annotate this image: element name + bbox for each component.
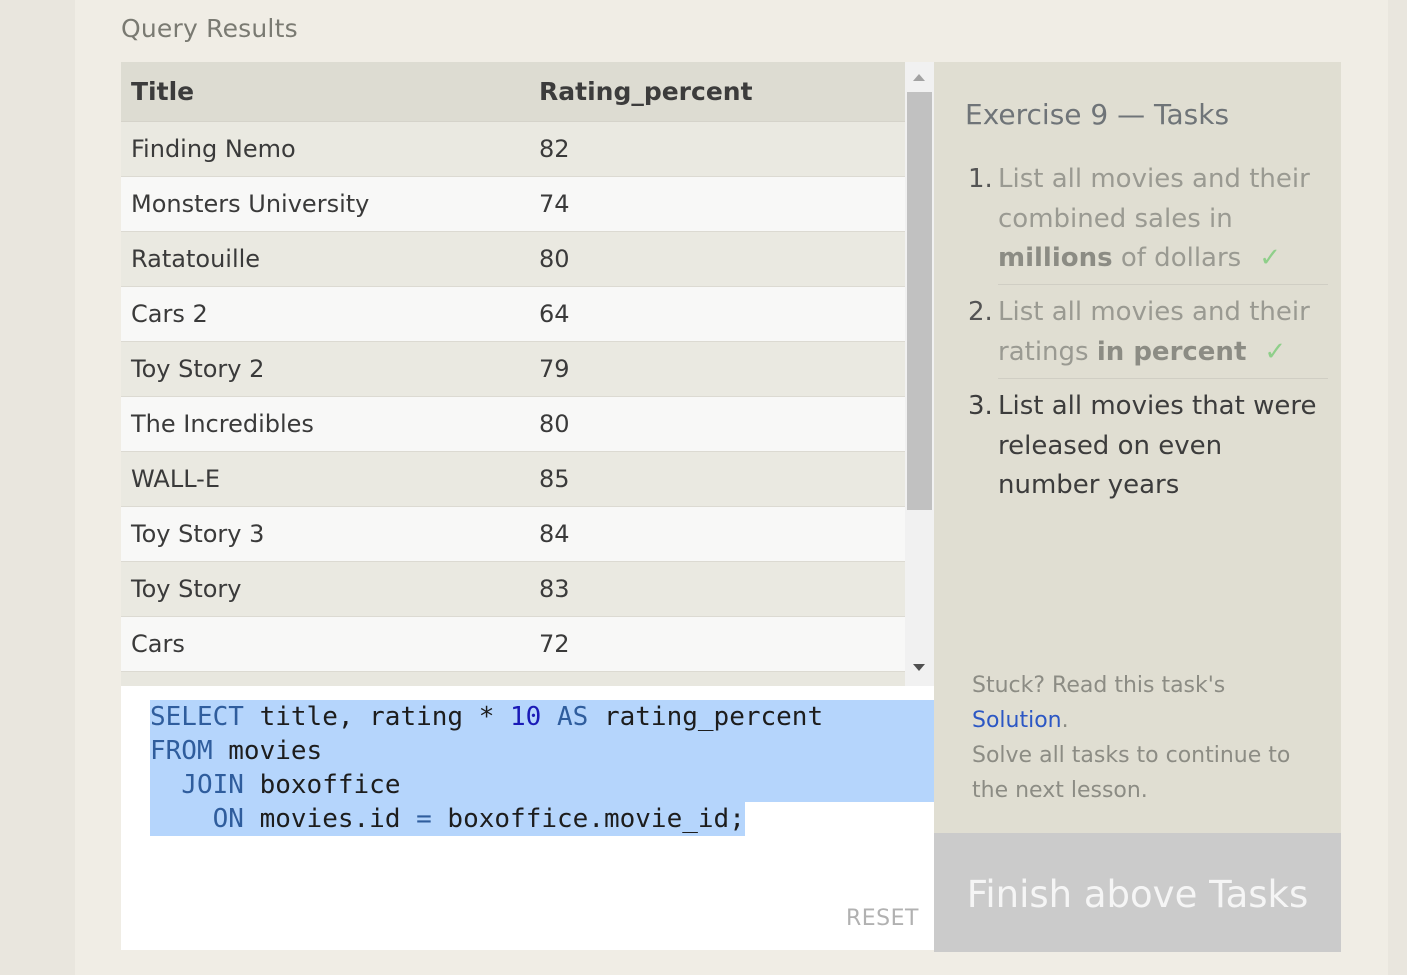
exercise-title: Exercise 9 — Tasks: [965, 98, 1230, 131]
sql-indent: [150, 804, 213, 834]
column-header-title: Title: [121, 62, 539, 122]
table-row: Cars 72: [121, 616, 905, 672]
code-line-4[interactable]: ON movies.id = boxoffice.movie_id;: [150, 802, 745, 836]
results-scrollbar[interactable]: [905, 62, 934, 686]
table-row: Toy Story 3 84: [121, 506, 905, 562]
sql-keyword: ON: [212, 804, 244, 834]
task-text-part: List all movies and their combined sales…: [998, 164, 1310, 234]
cell-title: Toy Story 3: [121, 506, 539, 562]
table-row: Monsters University 74: [121, 176, 905, 232]
cell-title: The Incredibles: [121, 396, 539, 452]
check-icon: ✓: [1264, 336, 1287, 367]
cell-title: Toy Story 2: [121, 341, 539, 397]
task-divider: [998, 378, 1328, 379]
sql-text: boxoffice.movie_id;: [431, 804, 745, 834]
sql-text: movies.id: [243, 804, 417, 834]
sql-operator: =: [416, 804, 432, 834]
reset-button[interactable]: RESET: [846, 906, 919, 931]
table-row: Toy Story 83: [121, 561, 905, 617]
sql-text: boxoffice: [243, 770, 401, 800]
table-header-row: Title Rating_percent: [121, 62, 905, 122]
sql-keyword: JOIN: [181, 770, 244, 800]
cell-title: Toy Story: [121, 561, 539, 617]
code-line-1[interactable]: SELECT title, rating * 10 AS rating_perc…: [150, 700, 934, 734]
column-header-rating-percent: Rating_percent: [539, 62, 905, 122]
sql-text: rating_percent: [588, 702, 824, 732]
sql-keyword: AS: [557, 702, 589, 732]
task-text-part: of dollars: [1112, 243, 1242, 273]
sql-keyword: SELECT: [150, 702, 244, 732]
check-icon: ✓: [1259, 243, 1282, 273]
cell-title: Cars: [121, 616, 539, 672]
table-row: Ratatouille 80: [121, 231, 905, 287]
task-number: 3.: [968, 391, 993, 421]
cell-title: Finding Nemo: [121, 121, 539, 177]
task-text: List all movies that were released on ev…: [998, 391, 1317, 500]
sql-code[interactable]: SELECT title, rating * 10 AS rating_perc…: [150, 700, 934, 836]
cell-rating-percent: 64: [539, 286, 905, 342]
table-row: Toy Story 2 79: [121, 341, 905, 397]
query-results-table-container: Title Rating_percent Finding Nemo 82 Mon…: [121, 62, 934, 686]
cell-title: Cars 2: [121, 286, 539, 342]
task-item-3: 3. List all movies that were released on…: [968, 387, 1326, 506]
cell-title: Monsters University: [121, 176, 539, 232]
table-row: Cars 2 64: [121, 286, 905, 342]
stuck-text: Stuck? Read this task's: [972, 673, 1226, 698]
scrollbar-thumb[interactable]: [907, 92, 932, 510]
cell-rating-percent: 85: [539, 451, 905, 507]
scroll-up-arrow-icon[interactable]: [913, 74, 925, 81]
cell-rating-percent: 80: [539, 396, 905, 452]
task-item-2: 2. List all movies and their ratings in …: [968, 293, 1326, 372]
task-divider: [998, 284, 1328, 285]
task-number: 1.: [968, 164, 993, 194]
task-text: List all movies and their ratings in per…: [998, 293, 1326, 372]
scroll-down-arrow-icon[interactable]: [913, 664, 925, 671]
solution-link[interactable]: Solution: [972, 708, 1062, 733]
task-number: 2.: [968, 297, 993, 327]
stuck-hint: Stuck? Read this task's Solution. Solve …: [972, 668, 1322, 808]
sql-text: title, rating *: [243, 702, 511, 732]
cell-title: Ratatouille: [121, 231, 539, 287]
cell-rating-percent: 83: [539, 561, 905, 617]
sql-keyword: FROM: [150, 736, 213, 766]
table-row: The Incredibles 80: [121, 396, 905, 452]
query-results-label: Query Results: [121, 14, 298, 43]
code-line-3[interactable]: JOIN boxoffice: [150, 768, 934, 802]
stuck-text-suffix: .: [1061, 708, 1069, 733]
cell-rating-percent: 82: [539, 121, 905, 177]
sql-text: movies: [212, 736, 323, 766]
sql-indent: [150, 770, 181, 800]
results-table: Title Rating_percent Finding Nemo 82 Mon…: [121, 62, 905, 672]
task-text: List all movies and their combined sales…: [998, 160, 1326, 279]
code-line-2[interactable]: FROM movies: [150, 734, 934, 768]
task-item-1: 1. List all movies and their combined sa…: [968, 160, 1326, 279]
task-text-bold: millions: [998, 243, 1113, 273]
task-text-bold: in percent: [1096, 336, 1247, 367]
table-row: Finding Nemo 82: [121, 121, 905, 177]
cell-rating-percent: 84: [539, 506, 905, 562]
continue-text: Solve all tasks to continue to the next …: [972, 743, 1291, 803]
sql-editor[interactable]: SELECT title, rating * 10 AS rating_perc…: [121, 686, 934, 950]
cell-rating-percent: 74: [539, 176, 905, 232]
cell-rating-percent: 80: [539, 231, 905, 287]
cell-title: WALL-E: [121, 451, 539, 507]
cell-rating-percent: 72: [539, 616, 905, 672]
sql-number: 10: [510, 702, 542, 732]
finish-tasks-button[interactable]: Finish above Tasks: [934, 833, 1341, 952]
cell-rating-percent: 79: [539, 341, 905, 397]
table-row: WALL-E 85: [121, 451, 905, 507]
